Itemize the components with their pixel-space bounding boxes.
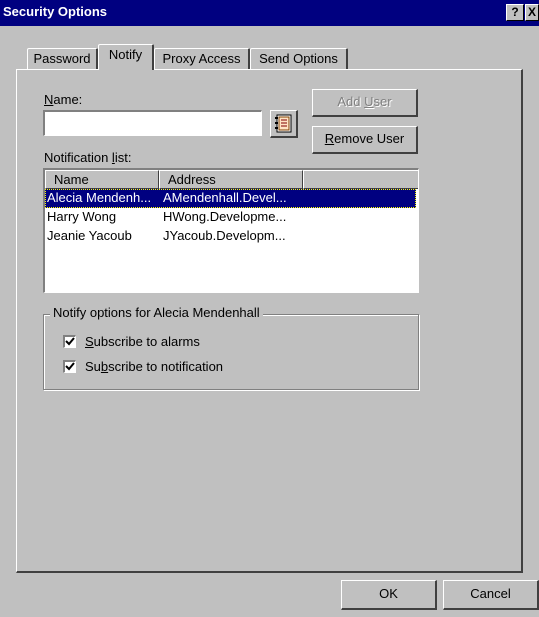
list-item-address: HWong.Developme... [163, 209, 287, 224]
notify-options-group-label: Notify options for Alecia Mendenhall [50, 305, 263, 320]
list-item-name: Jeanie Yacoub [47, 228, 132, 243]
list-item-address: JYacoub.Developm... [163, 228, 286, 243]
column-header-name[interactable]: Name [45, 170, 159, 189]
name-input[interactable] [43, 110, 262, 136]
column-header-address[interactable]: Address [159, 170, 303, 189]
window-title: Security Options [3, 4, 108, 19]
list-item-address: AMendenhall.Devel... [163, 190, 287, 205]
subscribe-alarms-checkbox[interactable] [63, 335, 76, 348]
tab-password[interactable]: Password [27, 48, 98, 70]
add-user-button[interactable]: Add User [312, 89, 418, 117]
subscribe-alarms-label[interactable]: Subscribe to alarms [85, 334, 200, 349]
checkmark-icon [65, 337, 75, 346]
tab-notify[interactable]: Notify [98, 44, 154, 70]
security-options-dialog: Security Options ? X Password Notify Pro… [0, 0, 539, 617]
remove-user-button[interactable]: Remove User [312, 126, 418, 154]
tab-proxy-access[interactable]: Proxy Access [154, 48, 250, 70]
list-item[interactable]: Alecia Mendenh... AMendenhall.Devel... [45, 189, 416, 208]
cancel-button[interactable]: Cancel [443, 580, 539, 610]
address-book-icon [275, 114, 292, 133]
title-bar: Security Options ? X [0, 0, 539, 26]
list-item-name: Harry Wong [47, 209, 117, 224]
subscribe-notification-label[interactable]: Subscribe to notification [85, 359, 223, 374]
notify-options-group [43, 314, 419, 390]
notification-list-label: Notification list: [44, 150, 132, 165]
notification-list[interactable]: Name Address Alecia Mendenh... AMendenha… [43, 168, 419, 293]
list-item[interactable]: Harry Wong HWong.Developme... [45, 208, 416, 227]
list-item[interactable]: Jeanie Yacoub JYacoub.Developm... [45, 227, 416, 246]
address-book-button[interactable] [270, 110, 298, 138]
checkmark-icon [65, 362, 75, 371]
ok-button[interactable]: OK [341, 580, 437, 610]
column-header-blank [303, 170, 418, 189]
list-item-name: Alecia Mendenh... [47, 190, 152, 205]
tab-send-options[interactable]: Send Options [250, 48, 348, 70]
close-button[interactable]: X [525, 4, 539, 21]
name-label: Name: [44, 92, 83, 107]
help-button[interactable]: ? [506, 4, 524, 21]
subscribe-notification-checkbox[interactable] [63, 360, 76, 373]
